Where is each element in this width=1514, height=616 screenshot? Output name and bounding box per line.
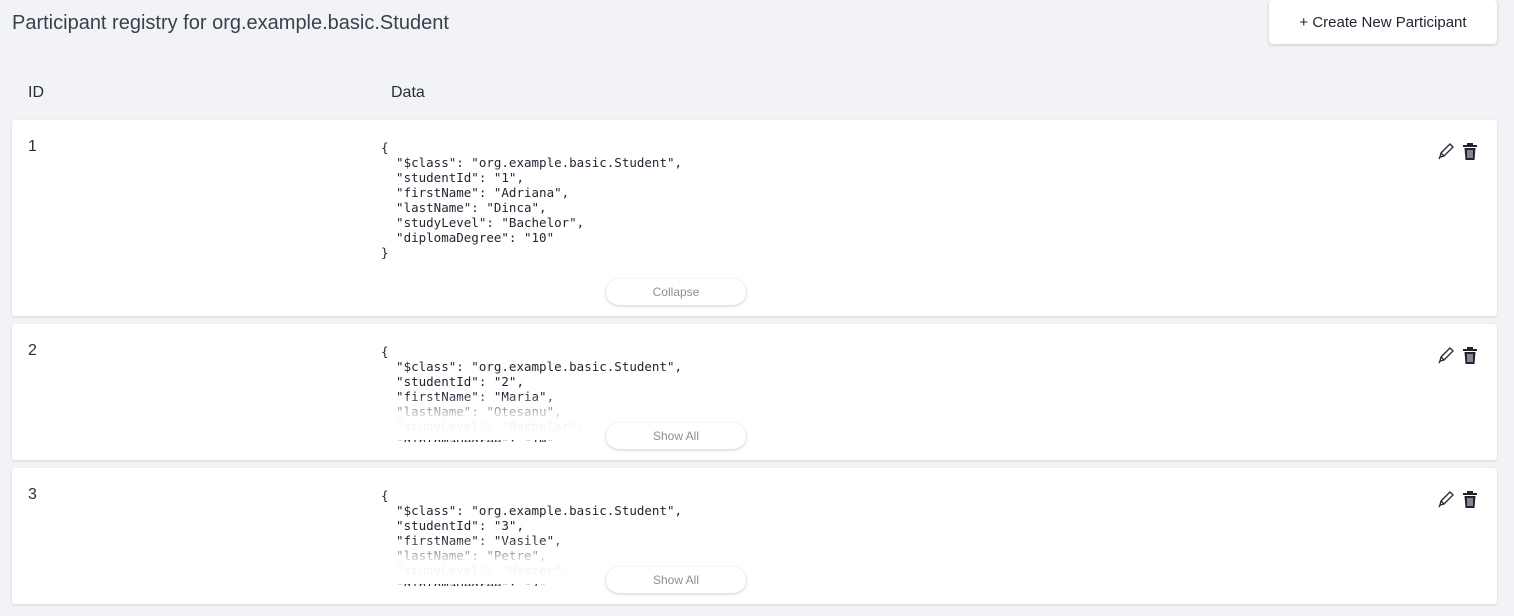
column-header-id: ID [28, 84, 44, 101]
table-row: 3 { "$class": "org.example.basic.Student… [12, 468, 1497, 604]
pencil-icon[interactable] [1437, 490, 1455, 510]
row-actions [1437, 346, 1479, 366]
trash-icon[interactable] [1461, 490, 1479, 510]
create-new-participant-button[interactable]: + Create New Participant [1269, 0, 1497, 44]
participant-json: { "$class": "org.example.basic.Student",… [381, 140, 683, 260]
fade-overlay [372, 538, 1437, 584]
trash-icon[interactable] [1461, 142, 1479, 162]
show-all-button[interactable]: Show All [606, 423, 746, 449]
fade-overlay [372, 394, 1437, 440]
pencil-icon[interactable] [1437, 142, 1455, 162]
table-row: 1 { "$class": "org.example.basic.Student… [12, 120, 1497, 316]
trash-icon[interactable] [1461, 346, 1479, 366]
pencil-icon[interactable] [1437, 346, 1455, 366]
page-title: Participant registry for org.example.bas… [12, 12, 449, 34]
row-actions [1437, 490, 1479, 510]
table-row: 2 { "$class": "org.example.basic.Student… [12, 324, 1497, 460]
row-actions [1437, 142, 1479, 162]
participant-id: 1 [28, 138, 37, 155]
participant-id: 2 [28, 342, 37, 359]
show-all-button[interactable]: Show All [606, 567, 746, 593]
participant-id: 3 [28, 486, 37, 503]
column-header-data: Data [391, 84, 425, 101]
collapse-button[interactable]: Collapse [606, 279, 746, 305]
